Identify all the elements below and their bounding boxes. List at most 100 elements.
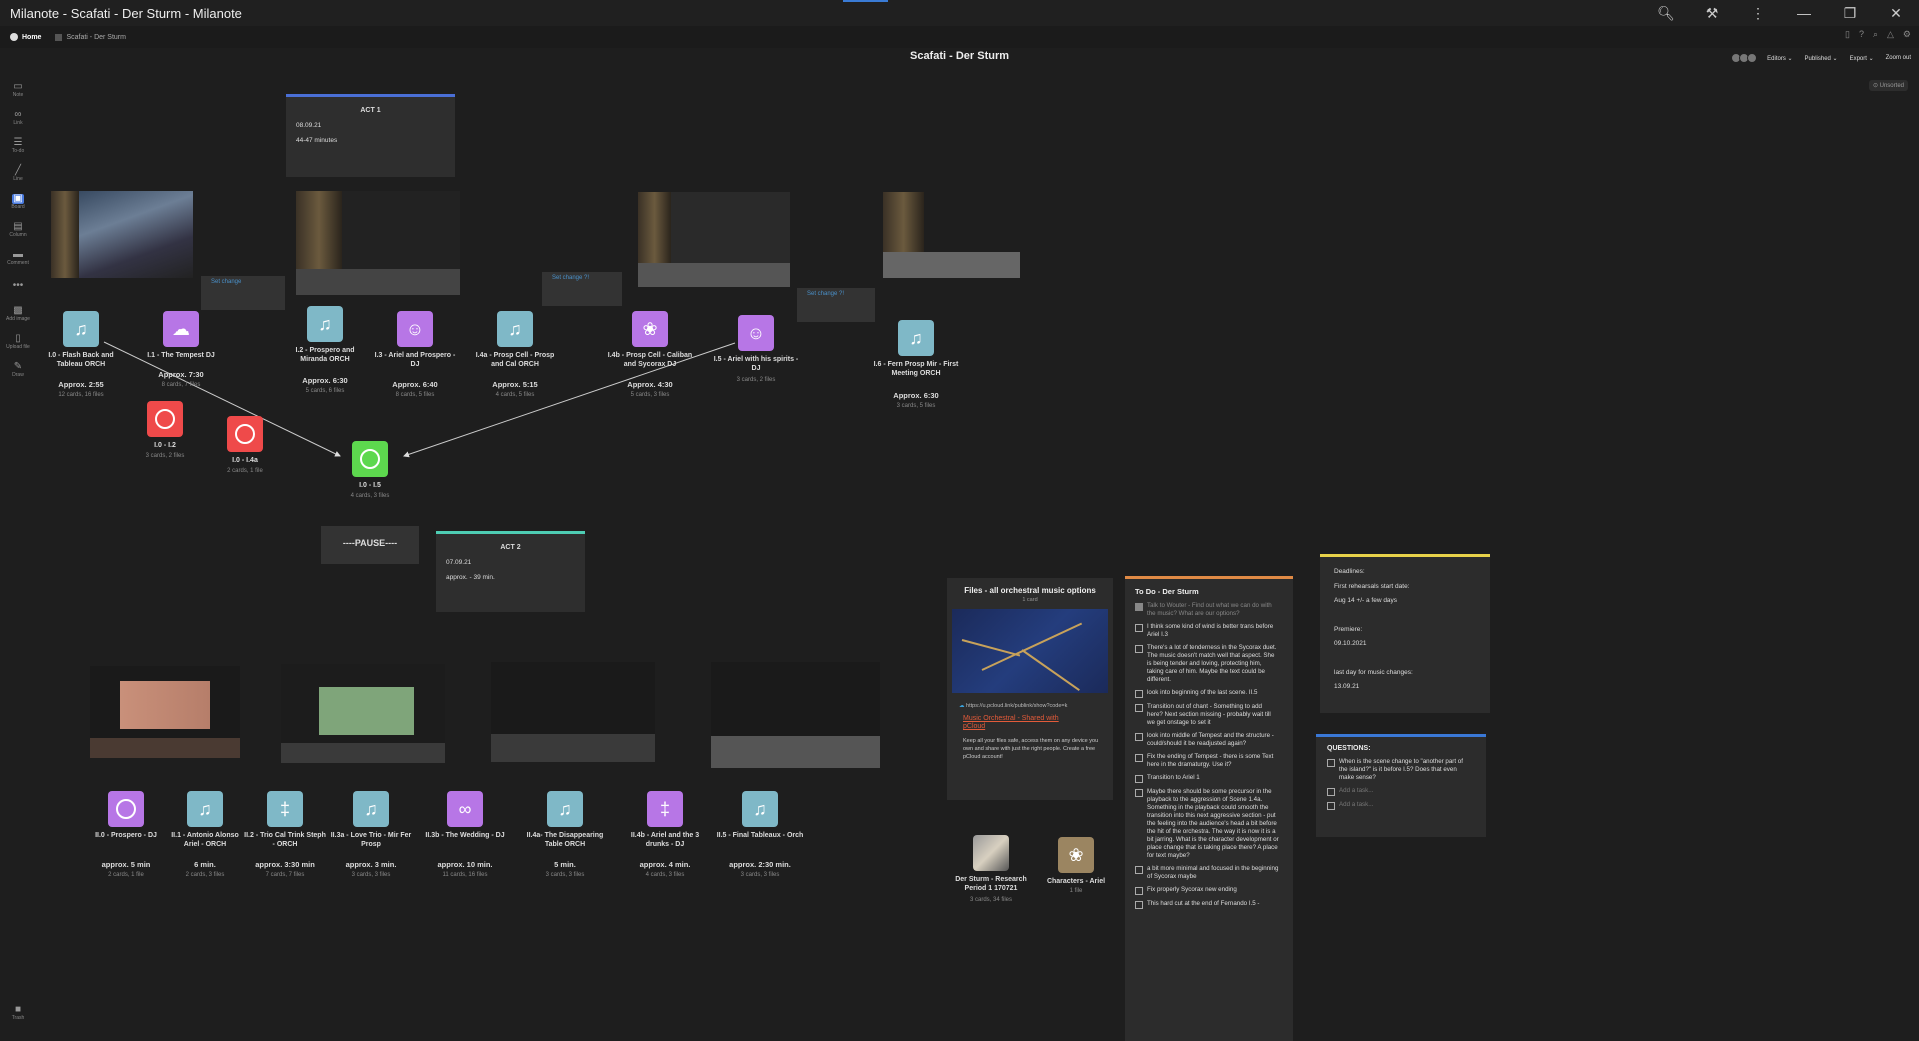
checkbox[interactable] bbox=[1135, 624, 1143, 632]
scene-image[interactable] bbox=[296, 191, 460, 295]
circle-icon[interactable] bbox=[227, 416, 263, 452]
checkbox[interactable] bbox=[1135, 866, 1143, 874]
unsorted-button[interactable]: ⊙ Unsorted bbox=[1868, 80, 1908, 91]
wedding-rings-icon[interactable]: ∞ bbox=[447, 791, 483, 827]
tool-board[interactable]: ▣ Board bbox=[0, 188, 36, 216]
scene-image[interactable] bbox=[711, 662, 880, 768]
link-preview-image[interactable] bbox=[952, 609, 1108, 693]
todo-item[interactable]: look into beginning of the last scene. I… bbox=[1135, 689, 1279, 698]
violin-icon[interactable]: ♫ bbox=[307, 306, 343, 342]
published-button[interactable]: Published ⌄ bbox=[1805, 55, 1838, 62]
checkbox[interactable] bbox=[1135, 887, 1143, 895]
violin-icon[interactable]: ♫ bbox=[497, 311, 533, 347]
checkbox[interactable] bbox=[1135, 645, 1143, 653]
checkbox[interactable] bbox=[1135, 775, 1143, 783]
extensions-icon[interactable]: ⚒ bbox=[1689, 5, 1735, 22]
zoom-icon[interactable]: 🔍︎ bbox=[1643, 5, 1689, 22]
todo-item[interactable]: look into middle of Tempest and the stru… bbox=[1135, 732, 1279, 748]
bottle-icon[interactable]: ‡ bbox=[647, 791, 683, 827]
deadlines-note[interactable]: Deadlines: First rehearsals start date: … bbox=[1320, 554, 1490, 713]
tool-draw[interactable]: ✎ Draw bbox=[0, 356, 36, 384]
breadcrumb-home[interactable]: Home bbox=[10, 33, 41, 41]
violin-icon[interactable]: ♫ bbox=[187, 791, 223, 827]
act2-note[interactable]: ACT 2 07.09.21 approx. - 39 min. bbox=[436, 531, 585, 612]
creature-icon[interactable]: ❀ bbox=[632, 311, 668, 347]
person-icon[interactable]: ☺ bbox=[738, 315, 774, 351]
trash-button[interactable]: ■ Trash bbox=[0, 1004, 36, 1021]
zoom-out-button[interactable]: Zoom out bbox=[1886, 55, 1911, 61]
creature-icon[interactable]: ❀ bbox=[1058, 837, 1094, 873]
todo-list[interactable]: To Do - Der Sturm Talk to Wouter - Find … bbox=[1125, 576, 1293, 1041]
bottle-icon[interactable]: ‡ bbox=[267, 791, 303, 827]
settings-icon[interactable]: ⚙ bbox=[1903, 29, 1911, 40]
breadcrumb-board[interactable]: Scafati - Der Sturm bbox=[66, 34, 126, 41]
storm-cloud-icon[interactable]: ☁ bbox=[163, 311, 199, 347]
circle-icon[interactable] bbox=[108, 791, 144, 827]
add-task-input[interactable]: Add a task... bbox=[1327, 801, 1472, 810]
todo-item[interactable]: This hard cut at the end of Fernando I.5… bbox=[1135, 900, 1279, 909]
scene-image[interactable] bbox=[281, 664, 445, 763]
todo-item[interactable]: Fix the ending of Tempest - there is som… bbox=[1135, 753, 1279, 769]
close-icon[interactable]: ✕ bbox=[1873, 5, 1919, 22]
checkbox[interactable] bbox=[1135, 754, 1143, 762]
todo-item[interactable]: a bit more minimal and focused in the be… bbox=[1135, 865, 1279, 881]
person-icon[interactable]: ☺ bbox=[397, 311, 433, 347]
checkbox[interactable] bbox=[1135, 901, 1143, 909]
tool-more[interactable]: ••• bbox=[0, 272, 36, 300]
checkbox[interactable] bbox=[1135, 733, 1143, 741]
tool-line[interactable]: ╱ Line bbox=[0, 160, 36, 188]
tool-column[interactable]: ▤ Column bbox=[0, 216, 36, 244]
tool-comment[interactable]: ▬ Comment bbox=[0, 244, 36, 272]
checkbox[interactable] bbox=[1135, 704, 1143, 712]
questions-list[interactable]: QUESTIONS: When is the scene change to "… bbox=[1316, 734, 1486, 837]
pause-note[interactable]: ----PAUSE---- bbox=[321, 526, 419, 564]
export-button[interactable]: Export ⌄ bbox=[1850, 55, 1874, 62]
checkbox[interactable] bbox=[1135, 603, 1143, 611]
list-item[interactable]: When is the scene change to "another par… bbox=[1327, 758, 1472, 782]
todo-item[interactable]: Talk to Wouter - Find out what we can do… bbox=[1135, 602, 1279, 618]
avatars[interactable] bbox=[1731, 53, 1758, 63]
todo-item[interactable]: Fix properly Sycorax new ending bbox=[1135, 886, 1279, 895]
todo-item[interactable]: Transition to Ariel 1 bbox=[1135, 774, 1279, 783]
set-change-note[interactable]: Set change bbox=[201, 276, 285, 310]
add-task-input[interactable]: Add a task... bbox=[1327, 787, 1472, 796]
scene-image[interactable] bbox=[51, 191, 193, 278]
violin-icon[interactable]: ♫ bbox=[547, 791, 583, 827]
restore-icon[interactable]: ❐ bbox=[1827, 5, 1873, 22]
checkbox[interactable] bbox=[1327, 788, 1335, 796]
violin-icon[interactable]: ♫ bbox=[353, 791, 389, 827]
pcloud-link[interactable]: Music Orchestral - Shared with pCloud bbox=[963, 715, 1073, 731]
todo-item[interactable]: There's a lot of tenderness in the Sycor… bbox=[1135, 644, 1279, 684]
tool-add-image[interactable]: ▩ Add image bbox=[0, 300, 36, 328]
scene-image[interactable] bbox=[90, 666, 240, 758]
checkbox[interactable] bbox=[1135, 690, 1143, 698]
tool-link[interactable]: ∞ Link bbox=[0, 104, 36, 132]
files-board-card[interactable]: Files - all orchestral music options 1 c… bbox=[947, 578, 1113, 800]
search-icon[interactable]: ⌕ bbox=[1873, 29, 1878, 40]
bell-icon[interactable]: △ bbox=[1887, 29, 1894, 40]
scene-image[interactable] bbox=[883, 192, 1020, 278]
tool-note[interactable]: ▭ Note bbox=[0, 76, 36, 104]
help-icon[interactable]: ? bbox=[1859, 29, 1864, 40]
set-change-note[interactable]: Set change ?! bbox=[542, 272, 622, 306]
checkbox[interactable] bbox=[1327, 802, 1335, 810]
tool-todo[interactable]: ☰ To-do bbox=[0, 132, 36, 160]
act1-note[interactable]: ACT 1 08.09.21 44-47 minutes bbox=[286, 94, 455, 177]
checkbox[interactable] bbox=[1135, 789, 1143, 797]
violin-icon[interactable]: ♫ bbox=[742, 791, 778, 827]
circle-icon[interactable] bbox=[147, 401, 183, 437]
device-icon[interactable]: ▯ bbox=[1845, 29, 1850, 40]
violin-icon[interactable]: ♫ bbox=[63, 311, 99, 347]
tool-upload-file[interactable]: ▯ Upload file bbox=[0, 328, 36, 356]
editors-button[interactable]: Editors ⌄ bbox=[1767, 55, 1792, 62]
more-menu-icon[interactable]: ⋮ bbox=[1735, 5, 1781, 22]
todo-item[interactable]: Transition out of chant - Something to a… bbox=[1135, 703, 1279, 727]
violin-icon[interactable]: ♫ bbox=[898, 320, 934, 356]
circle-icon[interactable] bbox=[352, 441, 388, 477]
scene-image[interactable] bbox=[638, 192, 790, 287]
minimize-icon[interactable]: — bbox=[1781, 5, 1827, 21]
scene-image[interactable] bbox=[491, 662, 655, 762]
research-board-icon[interactable] bbox=[973, 835, 1009, 871]
set-change-note[interactable]: Set change ?! bbox=[797, 288, 875, 322]
todo-item[interactable]: Maybe there should be some precursor in … bbox=[1135, 788, 1279, 860]
